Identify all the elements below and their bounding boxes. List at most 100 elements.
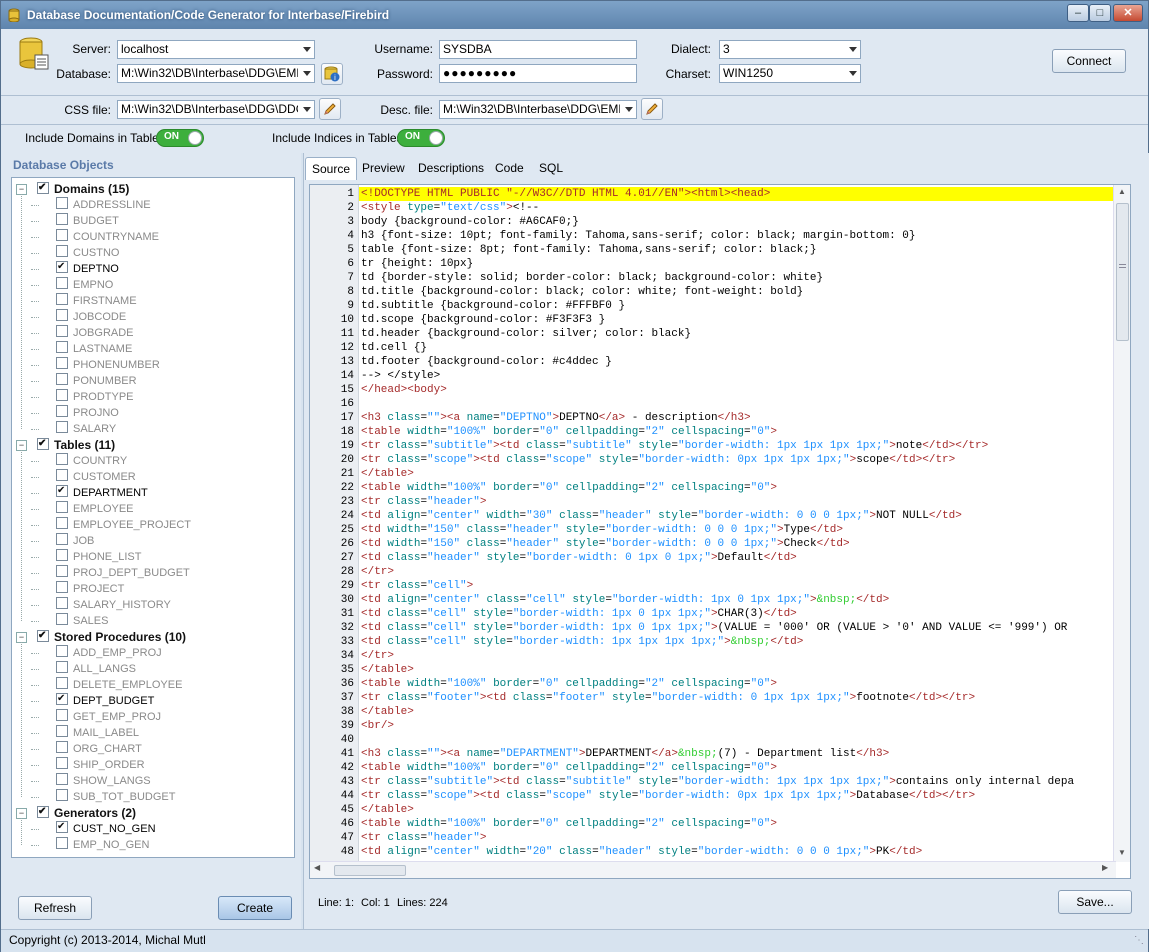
- code-line[interactable]: <table width="100%" border="0" cellpaddi…: [361, 761, 777, 775]
- group-checkbox[interactable]: [37, 804, 49, 820]
- tree-group-3[interactable]: Generators (2): [37, 804, 136, 821]
- code-line[interactable]: td.title {background-color: black; color…: [361, 285, 803, 299]
- chevron-down-icon[interactable]: [625, 107, 633, 112]
- database-combo[interactable]: M:\Win32\DB\Interbase\DDG\EMPLO': [117, 64, 315, 83]
- item-checkbox[interactable]: [56, 469, 68, 481]
- scroll-up-icon[interactable]: ▲: [1118, 187, 1126, 196]
- tab-source[interactable]: Source: [305, 157, 358, 180]
- tree-item[interactable]: CUSTOMER: [56, 469, 136, 485]
- code-line[interactable]: h3 {font-size: 10pt; font-family: Tahoma…: [361, 229, 916, 243]
- code-line[interactable]: <tr class="header">: [361, 495, 486, 509]
- code-line[interactable]: <h3 class=""><a name="DEPARTMENT">DEPART…: [361, 747, 889, 761]
- chevron-down-icon[interactable]: [849, 47, 857, 52]
- tree-item[interactable]: PROJ_DEPT_BUDGET: [56, 565, 190, 581]
- tree-item[interactable]: PHONENUMBER: [56, 357, 160, 373]
- code-line[interactable]: <td align="center" class="cell" style="b…: [361, 593, 889, 607]
- close-button[interactable]: ✕: [1113, 4, 1143, 22]
- tree-item[interactable]: CUSTNO: [56, 245, 119, 261]
- code-line[interactable]: --> </style>: [361, 369, 440, 383]
- item-checkbox[interactable]: [56, 213, 68, 225]
- item-checkbox[interactable]: [56, 357, 68, 369]
- tree-item[interactable]: PROJECT: [56, 581, 124, 597]
- tree-item[interactable]: EMPLOYEE_PROJECT: [56, 517, 191, 533]
- tree-item[interactable]: GET_EMP_PROJ: [56, 709, 161, 725]
- item-checkbox[interactable]: [56, 773, 68, 785]
- tree-group-2[interactable]: Stored Procedures (10): [37, 628, 186, 645]
- tree-item[interactable]: ADD_EMP_PROJ: [56, 645, 162, 661]
- tree-item[interactable]: EMPLOYEE: [56, 501, 134, 517]
- code-line[interactable]: <tr class="header">: [361, 831, 486, 845]
- code-line[interactable]: <tr class="subtitle"><td class="subtitle…: [361, 439, 988, 453]
- code-line[interactable]: td {border-style: solid; border-color: b…: [361, 271, 823, 285]
- code-line[interactable]: td.header {background-color: silver; col…: [361, 327, 691, 341]
- dialect-combo[interactable]: 3: [719, 40, 861, 59]
- item-checkbox[interactable]: [56, 341, 68, 353]
- code-line[interactable]: <td align="center" width="20" class="hea…: [361, 845, 922, 859]
- item-checkbox[interactable]: [56, 757, 68, 769]
- code-line[interactable]: <h3 class=""><a name="DEPTNO">DEPTNO</a>…: [361, 411, 751, 425]
- scroll-right-icon[interactable]: ▶: [1102, 863, 1108, 872]
- code-line[interactable]: <tr class="footer"><td class="footer" st…: [361, 691, 975, 705]
- maximize-button[interactable]: □: [1089, 4, 1111, 22]
- tree-item[interactable]: DEPT_BUDGET: [56, 691, 154, 709]
- tree-item[interactable]: MAIL_LABEL: [56, 725, 139, 741]
- edit-desc-button[interactable]: [641, 98, 663, 120]
- item-checkbox[interactable]: [56, 565, 68, 577]
- item-checkbox[interactable]: [56, 405, 68, 417]
- tree-item[interactable]: JOBCODE: [56, 309, 126, 325]
- edit-css-button[interactable]: [319, 98, 341, 120]
- code-line[interactable]: </tr>: [361, 565, 394, 579]
- item-checkbox[interactable]: [56, 373, 68, 385]
- code-line[interactable]: <td width="150" class="header" style="bo…: [361, 537, 850, 551]
- code-line[interactable]: body {background-color: #A6CAF0;}: [361, 215, 579, 229]
- chevron-down-icon[interactable]: [303, 47, 311, 52]
- code-line[interactable]: tr {height: 10px}: [361, 257, 473, 271]
- tree-item[interactable]: SALARY: [56, 421, 116, 437]
- source-editor[interactable]: 1 2 3 4 5 6 7 8 9 10 11 12 13 14 15 16 17 18 19 20 21 22 23 24 2…: [309, 184, 1131, 879]
- item-checkbox[interactable]: [56, 819, 68, 835]
- code-line[interactable]: <td width="150" class="header" style="bo…: [361, 523, 843, 537]
- server-combo[interactable]: localhost: [117, 40, 315, 59]
- code-line[interactable]: <td class="cell" style="border-width: 1p…: [361, 607, 797, 621]
- charset-combo[interactable]: WIN1250: [719, 64, 861, 83]
- code-line[interactable]: <table width="100%" border="0" cellpaddi…: [361, 425, 777, 439]
- tab-descriptions[interactable]: Descriptions: [412, 157, 490, 179]
- css-file-combo[interactable]: M:\Win32\DB\Interbase\DDG\DDG.cs: [117, 100, 315, 119]
- code-line[interactable]: <tr class="scope"><td class="scope" styl…: [361, 789, 975, 803]
- code-line[interactable]: <td class="header" style="border-width: …: [361, 551, 797, 565]
- code-line[interactable]: <table width="100%" border="0" cellpaddi…: [361, 677, 777, 691]
- code-line[interactable]: td.cell {}: [361, 341, 427, 355]
- item-checkbox[interactable]: [56, 453, 68, 465]
- database-info-button[interactable]: i: [321, 63, 343, 85]
- code-line[interactable]: </tr>: [361, 649, 394, 663]
- code-line[interactable]: <br/>: [361, 719, 394, 733]
- code-line[interactable]: <table width="100%" border="0" cellpaddi…: [361, 481, 777, 495]
- item-checkbox[interactable]: [56, 741, 68, 753]
- code-line[interactable]: table {font-size: 8pt; font-family: Taho…: [361, 243, 816, 257]
- item-checkbox[interactable]: [56, 197, 68, 209]
- code-line[interactable]: <td class="cell" style="border-width: 1p…: [361, 621, 1067, 635]
- title-bar[interactable]: Database Documentation/Code Generator fo…: [1, 1, 1148, 29]
- tree-group-0[interactable]: Domains (15): [37, 180, 129, 197]
- item-checkbox[interactable]: [56, 259, 68, 275]
- scroll-left-icon[interactable]: ◀: [314, 863, 320, 872]
- code-line[interactable]: <tr class="scope"><td class="scope" styl…: [361, 453, 955, 467]
- item-checkbox[interactable]: [56, 837, 68, 849]
- tree-item[interactable]: ADDRESSLINE: [56, 197, 151, 213]
- code-line[interactable]: td.scope {background-color: #F3F3F3 }: [361, 313, 605, 327]
- item-checkbox[interactable]: [56, 245, 68, 257]
- item-checkbox[interactable]: [56, 325, 68, 337]
- tree-item[interactable]: LASTNAME: [56, 341, 132, 357]
- tree-item[interactable]: EMPNO: [56, 277, 113, 293]
- tree-item[interactable]: DEPTNO: [56, 259, 119, 277]
- group-checkbox[interactable]: [37, 628, 49, 644]
- code-line[interactable]: <td class="cell" style="border-width: 1p…: [361, 635, 803, 649]
- item-checkbox[interactable]: [56, 549, 68, 561]
- item-checkbox[interactable]: [56, 677, 68, 689]
- tab-code[interactable]: Code: [489, 157, 530, 179]
- chevron-down-icon[interactable]: [849, 71, 857, 76]
- code-line[interactable]: </table>: [361, 705, 414, 719]
- password-input[interactable]: ●●●●●●●●●: [439, 64, 637, 83]
- item-checkbox[interactable]: [56, 725, 68, 737]
- objects-tree[interactable]: −Domains (15)ADDRESSLINEBUDGETCOUNTRYNAM…: [11, 177, 295, 858]
